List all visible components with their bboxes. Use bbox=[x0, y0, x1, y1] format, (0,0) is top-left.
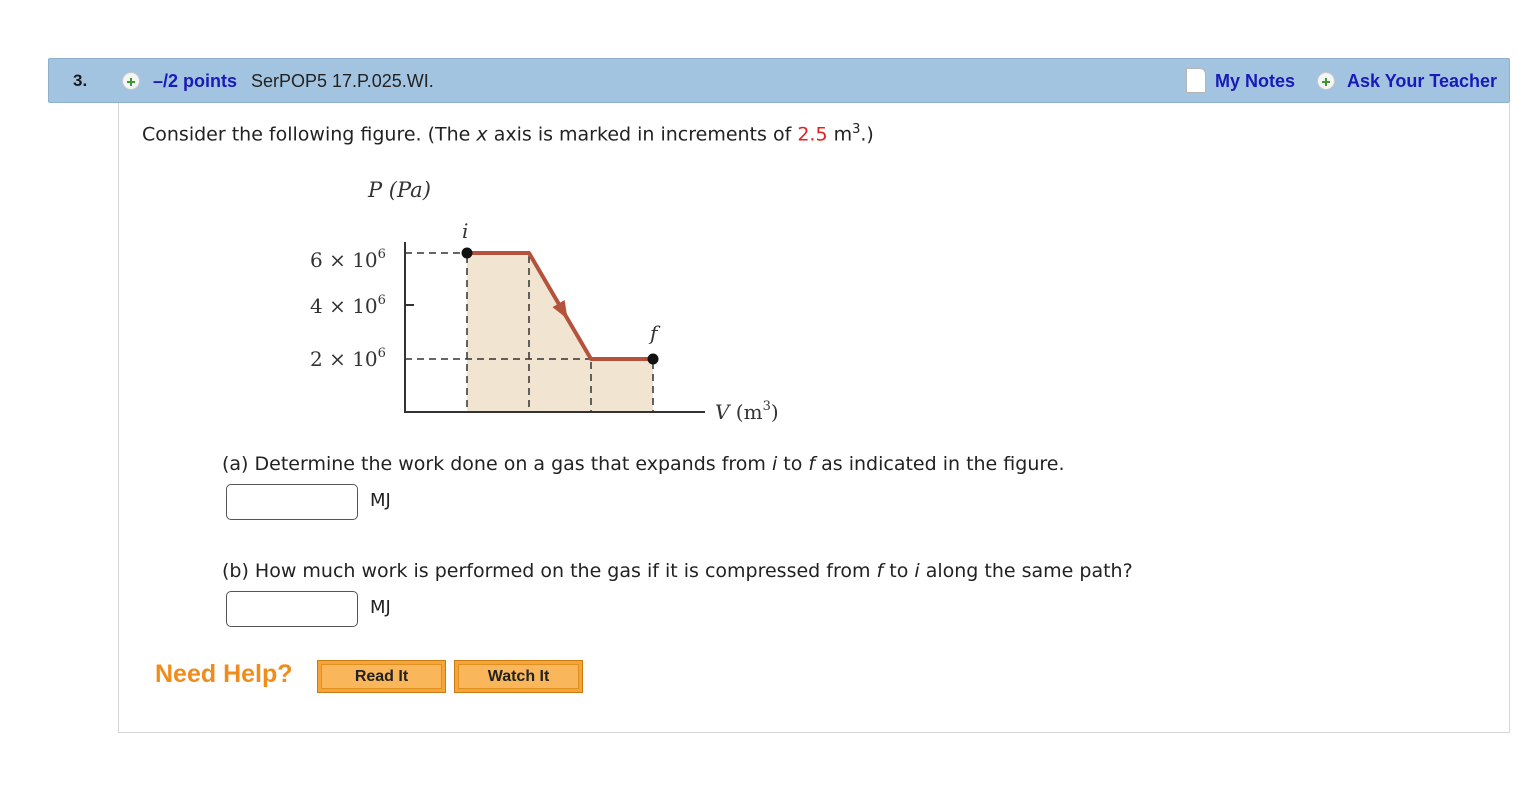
question-header: 3. –/2 points SerPOP5 17.P.025.WI. My No… bbox=[48, 58, 1510, 103]
increment-value: 2.5 bbox=[797, 123, 828, 146]
y-tick-label: 6 × 106 bbox=[310, 247, 386, 272]
part-a-unit: MJ bbox=[370, 490, 391, 511]
work-area bbox=[467, 253, 653, 412]
read-it-label: Read It bbox=[321, 664, 442, 689]
point-f bbox=[647, 353, 659, 365]
y-axis-title: P (Pa) bbox=[367, 178, 431, 202]
my-notes-link[interactable]: My Notes bbox=[1215, 71, 1295, 92]
watch-it-label: Watch It bbox=[458, 664, 579, 689]
point-f-label: f bbox=[648, 321, 661, 345]
read-it-button[interactable]: Read It bbox=[317, 660, 446, 693]
point-i bbox=[461, 247, 473, 259]
notes-icon[interactable] bbox=[1186, 68, 1206, 93]
point-i-label: i bbox=[462, 219, 468, 243]
part-b-answer-input[interactable] bbox=[226, 591, 358, 627]
part-a-answer-input[interactable] bbox=[226, 484, 358, 520]
x-axis-title: V (m3) bbox=[715, 399, 779, 424]
plus-circle-icon[interactable] bbox=[122, 72, 140, 90]
y-tick-label: 4 × 106 bbox=[310, 293, 386, 318]
y-tick-label: 2 × 106 bbox=[310, 346, 386, 371]
question-prompt: Consider the following figure. (The x ax… bbox=[142, 122, 874, 146]
points-link[interactable]: –/2 points bbox=[153, 71, 237, 92]
part-a-question: (a) Determine the work done on a gas tha… bbox=[222, 453, 1065, 475]
problem-source: SerPOP5 17.P.025.WI. bbox=[251, 71, 434, 91]
watch-it-button[interactable]: Watch It bbox=[454, 660, 583, 693]
ask-teacher-link[interactable]: Ask Your Teacher bbox=[1347, 71, 1497, 92]
need-help-label: Need Help? bbox=[155, 660, 293, 688]
part-b-question: (b) How much work is performed on the ga… bbox=[222, 560, 1133, 582]
question-number: 3. bbox=[73, 71, 88, 90]
part-b-unit: MJ bbox=[370, 597, 391, 618]
pv-diagram: P (Pa) 6 × 106 4 × 106 2 × 106 i f V (m3… bbox=[310, 178, 779, 424]
plus-circle-icon[interactable] bbox=[1317, 72, 1335, 90]
